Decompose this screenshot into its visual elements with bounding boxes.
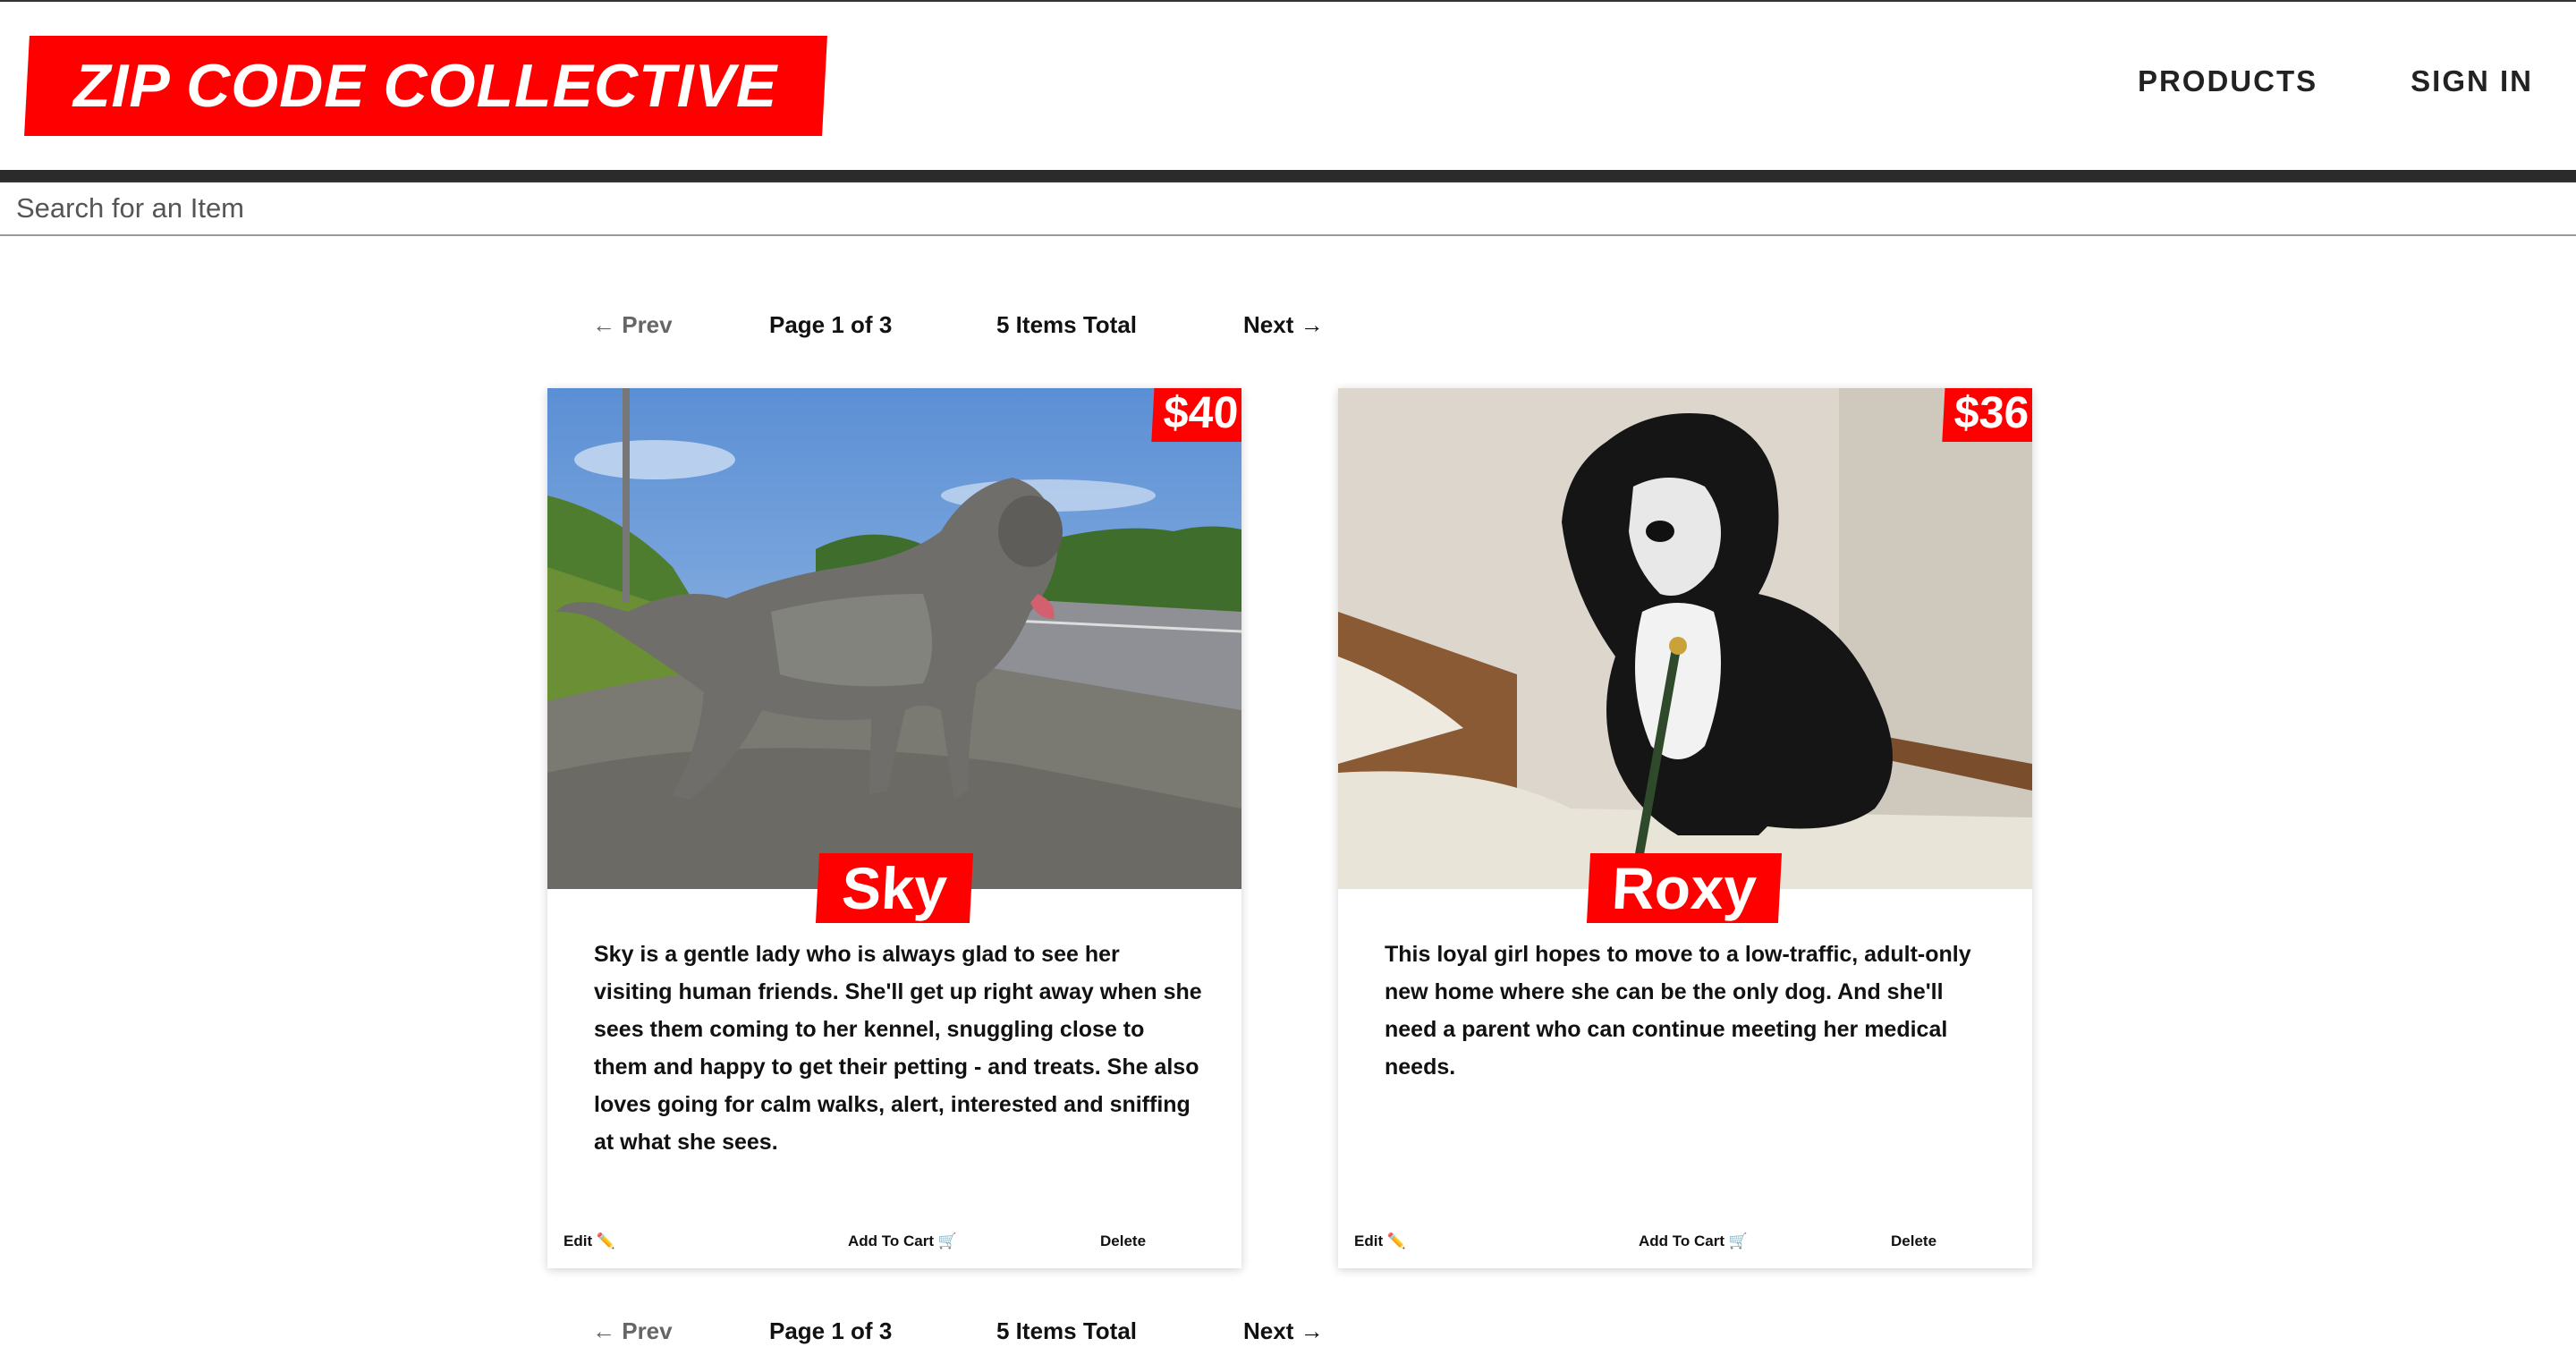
add-to-cart-button[interactable]: Add To Cart 🛒 (1639, 1232, 1748, 1250)
next-page-button[interactable]: Next → (1243, 1317, 1324, 1345)
price-tag: $36 (1941, 388, 2032, 442)
header-divider (0, 170, 2576, 181)
edit-button[interactable]: Edit ✏️ (1354, 1232, 1406, 1250)
product-name-tag: Roxy (1586, 853, 1783, 923)
logo-text: ZIP CODE COLLECTIVE (73, 52, 778, 120)
delete-button[interactable]: Delete (1891, 1232, 1936, 1250)
search-bar (0, 181, 2576, 236)
items-total: 5 Items Total (996, 310, 1138, 338)
product-photo-sky: $40 (547, 388, 1241, 889)
edit-button[interactable]: Edit ✏️ (564, 1232, 615, 1250)
product-description: This loyal girl hopes to move to a low-t… (1385, 942, 1971, 1080)
delete-button[interactable]: Delete (1100, 1232, 1146, 1250)
prev-page-button[interactable]: ← Prev (592, 311, 769, 339)
pagination-bottom: ← Prev Page 1 of 3 5 Items Total Next → (592, 1311, 1324, 1351)
product-name-tag: Sky (815, 853, 974, 923)
search-input[interactable] (0, 182, 2576, 234)
card-actions: Edit ✏️ Add To Cart 🛒 Delete (564, 1232, 1225, 1259)
price-tag: $40 (1150, 388, 1241, 442)
product-card: $36 Roxy This loyal girl hopes to move t… (1338, 388, 2032, 1268)
site-logo[interactable]: ZIP CODE COLLECTIVE (24, 36, 827, 136)
pagination-top: ← Prev Page 1 of 3 5 Items Total Next → (592, 305, 1324, 344)
card-actions: Edit ✏️ Add To Cart 🛒 Delete (1354, 1232, 2016, 1259)
product-photo-roxy: $36 (1338, 388, 2032, 889)
main-nav: PRODUCTS SIGN IN (2138, 64, 2533, 98)
nav-sign-in-link[interactable]: SIGN IN (2411, 64, 2533, 98)
page-indicator: Page 1 of 3 (769, 1317, 893, 1344)
dog-photo-image (547, 388, 1241, 889)
product-card: $40 Sky Sky is a gentle lady who is alwa… (547, 388, 1241, 1268)
product-description: Sky is a gentle lady who is always glad … (594, 942, 1202, 1155)
nav-products-link[interactable]: PRODUCTS (2138, 64, 2318, 98)
add-to-cart-button[interactable]: Add To Cart 🛒 (848, 1232, 957, 1250)
prev-page-button[interactable]: ← Prev (592, 1317, 769, 1345)
site-header: ZIP CODE COLLECTIVE PRODUCTS SIGN IN (0, 0, 2576, 170)
dog-photo-image (1338, 388, 2032, 889)
items-total: 5 Items Total (996, 1317, 1138, 1344)
page-indicator: Page 1 of 3 (769, 310, 893, 338)
next-page-button[interactable]: Next → (1243, 311, 1324, 339)
